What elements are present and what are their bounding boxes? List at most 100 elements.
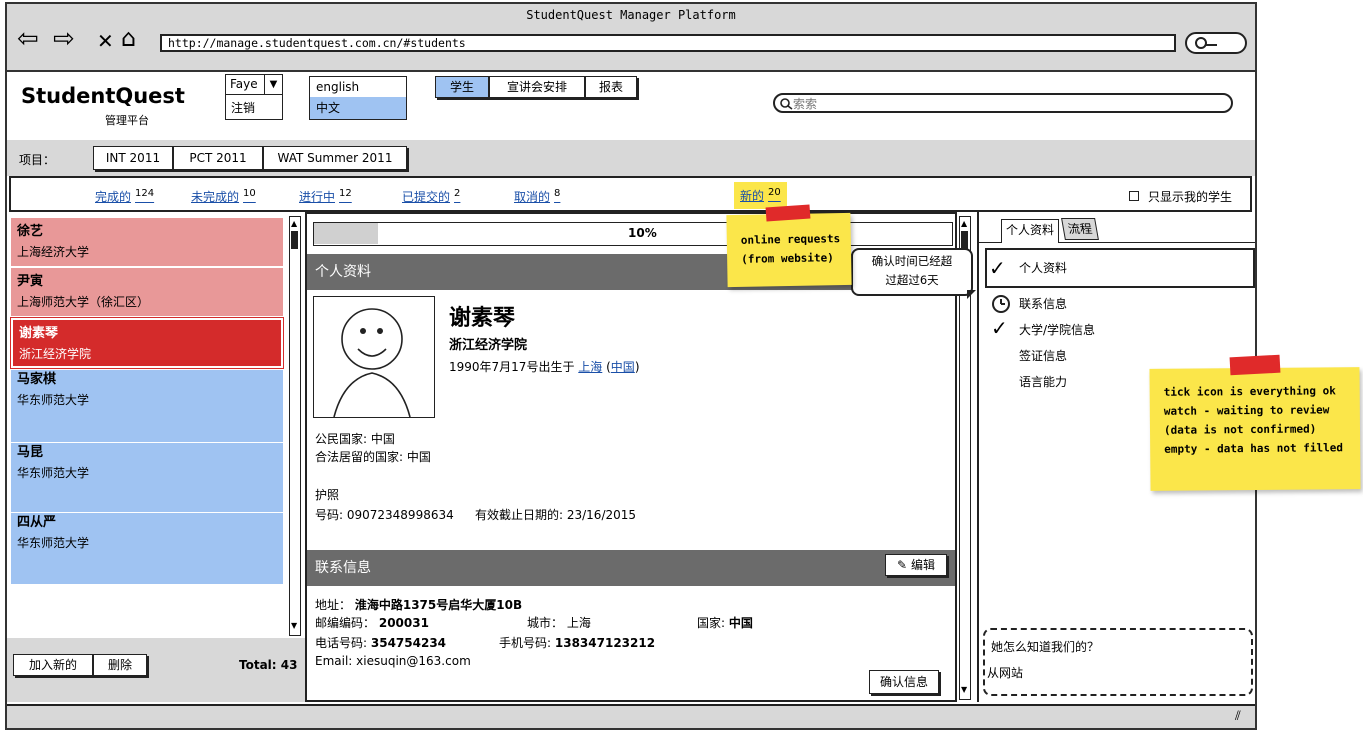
student-list-footer: 加入新的 删除 Total: 43	[7, 638, 305, 702]
status-filter-bar: 完成的 124 未完成的 10 进行中 12 已提交的 2 取消的 8 新的 20 只显示我…	[9, 176, 1252, 212]
birth-info: 1990年7月17号出生于 上海 (中国)	[449, 360, 640, 374]
scroll-down-icon[interactable]: ▼	[291, 621, 298, 631]
logout-link[interactable]: 注销	[231, 99, 255, 116]
scroll-up-icon[interactable]: ▲	[961, 219, 968, 229]
delete-student-button[interactable]: 删除	[93, 654, 147, 676]
step-visa[interactable]: 签证信息	[1019, 346, 1067, 366]
status-bar: ⫽	[7, 704, 1255, 728]
back-arrow-icon[interactable]: ⇦	[17, 26, 39, 52]
bubble-tail	[967, 290, 976, 299]
mobile-row: 手机号码: 138347123212	[499, 636, 656, 650]
confirm-info-button[interactable]: 确认信息	[869, 670, 939, 694]
projects-bar: 项目： INT 2011 PCT 2011 WAT Summer 2011	[7, 140, 1255, 176]
email-row: Email: xiesuqin@163.com	[315, 654, 471, 668]
browser-search-field[interactable]	[1185, 32, 1247, 54]
filter-cancelled[interactable]: 取消的 8	[514, 188, 560, 205]
citizenship: 公民国家: 中国	[315, 432, 395, 446]
projects-label: 项目：	[19, 153, 56, 167]
student-school: 浙江经济学院	[449, 338, 528, 353]
step-contact[interactable]: 联系信息	[1019, 294, 1067, 314]
project-pct-2011[interactable]: PCT 2011	[173, 146, 263, 170]
student-list-item[interactable]: 四从严 华东师范大学	[11, 512, 283, 584]
overdue-warning-bubble: 确认时间已经超 过超过6天	[851, 248, 973, 296]
birth-city-link[interactable]: 上海	[578, 360, 602, 374]
phone-row: 电话号码: 354754234	[315, 636, 447, 650]
referral-source-box: 她怎么知道我们的？ 从网站	[983, 628, 1253, 696]
home-icon[interactable]: ⌂	[121, 25, 136, 51]
filter-in-progress[interactable]: 进行中 12	[299, 188, 352, 205]
url-bar[interactable]: http://manage.studentquest.com.cn/#stude…	[160, 34, 1176, 52]
project-wat-summer-2011[interactable]: WAT Summer 2011	[263, 146, 407, 170]
tape	[1229, 354, 1281, 376]
pencil-icon: ✎	[897, 558, 908, 572]
clock-icon	[992, 295, 1010, 313]
residence-country: 合法居留的国家: 中国	[315, 450, 431, 464]
city-row: 城市： 上海	[527, 616, 591, 630]
language-option-chinese[interactable]: 中文	[310, 97, 406, 119]
progress-label: 10%	[628, 226, 657, 240]
forward-arrow-icon[interactable]: ⇨	[53, 26, 75, 52]
app-subtitle: 管理平台	[105, 114, 149, 127]
scroll-down-icon[interactable]: ▼	[961, 685, 968, 695]
app-logo: StudentQuest	[21, 84, 185, 108]
student-list-item[interactable]: 马昆 华东师范大学	[11, 442, 283, 512]
nav-tab-students[interactable]: 学生	[435, 76, 489, 98]
student-photo	[313, 296, 435, 418]
student-name: 谢素琴	[449, 306, 516, 331]
passport-expiry: 有效截止日期的: 23/16/2015	[475, 508, 637, 522]
tab-profile[interactable]: 个人资料	[1001, 219, 1060, 243]
scroll-thumb[interactable]	[961, 231, 968, 249]
sticky-note-legend: tick icon is everything ok watch - waiti…	[1149, 367, 1361, 491]
search-icon	[1195, 37, 1217, 49]
nav-tab-reports[interactable]: 报表	[585, 76, 637, 98]
progress-fill	[314, 223, 378, 244]
birth-country-link[interactable]: 中国	[611, 360, 635, 374]
step-label: 个人资料	[1019, 261, 1068, 275]
contact-section-header: 联系信息	[307, 550, 955, 586]
total-count: Total: 43	[239, 658, 298, 672]
browser-titlebar: StudentQuest Manager Platform ⇦ ⇨ ✕ ⌂ ht…	[7, 4, 1255, 72]
resize-grip-icon[interactable]: ⫽	[1235, 709, 1241, 724]
scroll-up-icon[interactable]: ▲	[291, 219, 298, 229]
filter-submitted[interactable]: 已提交的 2	[402, 188, 460, 205]
tab-process[interactable]: 流程	[1061, 218, 1099, 240]
student-list-item[interactable]: 徐艺 上海经济大学	[11, 218, 283, 266]
filter-completed[interactable]: 完成的 124	[95, 188, 154, 205]
language-option-english[interactable]: english	[310, 77, 406, 97]
check-icon: ✓	[991, 316, 1008, 340]
search-input[interactable]: 索索	[773, 93, 1233, 113]
filter-incomplete[interactable]: 未完成的 10	[191, 188, 256, 205]
student-list-item-selected[interactable]: 谢素琴 浙江经济学院	[10, 317, 284, 369]
student-list-scrollbar[interactable]: ▲ ▼	[289, 216, 301, 636]
avatar-icon	[333, 308, 411, 418]
search-placeholder: 索索	[793, 97, 818, 111]
user-name: Faye	[230, 77, 258, 91]
postcode-row: 邮编编码： 200031	[315, 616, 429, 630]
step-university[interactable]: 大学/学院信息	[1019, 320, 1095, 340]
edit-contact-button[interactable]: ✎ 编辑	[885, 554, 947, 576]
referral-answer: 从网站	[987, 666, 1024, 680]
sticky-note-new-requests: online requests (from website)	[726, 212, 852, 288]
student-list-item[interactable]: 马家棋 华东师范大学	[11, 370, 283, 442]
add-student-button[interactable]: 加入新的	[13, 654, 93, 676]
chevron-down-icon[interactable]: ▼	[264, 75, 282, 95]
address-row: 地址： 淮海中路1375号启华大厦10B	[315, 598, 523, 612]
check-icon: ✓	[989, 256, 1006, 280]
country-row: 国家: 中国	[697, 616, 753, 630]
window-title: StudentQuest Manager Platform	[526, 8, 736, 22]
show-mine-checkbox[interactable]	[1129, 191, 1139, 201]
project-int-2011[interactable]: INT 2011	[93, 146, 173, 170]
filter-new[interactable]: 新的 20	[734, 182, 787, 209]
user-menu[interactable]: Faye ▼ 注销	[225, 74, 283, 120]
passport-number: 号码: 09072348998634	[315, 508, 454, 522]
scroll-thumb[interactable]	[291, 231, 298, 249]
nav-tab-presentations[interactable]: 宣讲会安排	[489, 76, 585, 98]
browser-window: StudentQuest Manager Platform ⇦ ⇨ ✕ ⌂ ht…	[5, 2, 1257, 730]
passport-title: 护照	[315, 488, 340, 502]
language-selector[interactable]: english 中文	[309, 76, 407, 120]
progress-bar: 10%	[313, 222, 953, 246]
step-language[interactable]: 语言能力	[1019, 372, 1067, 392]
show-mine-label: 只显示我的学生	[1148, 190, 1233, 204]
close-icon[interactable]: ✕	[97, 28, 114, 54]
student-list-item[interactable]: 尹寅 上海师范大学（徐汇区）	[11, 268, 283, 316]
